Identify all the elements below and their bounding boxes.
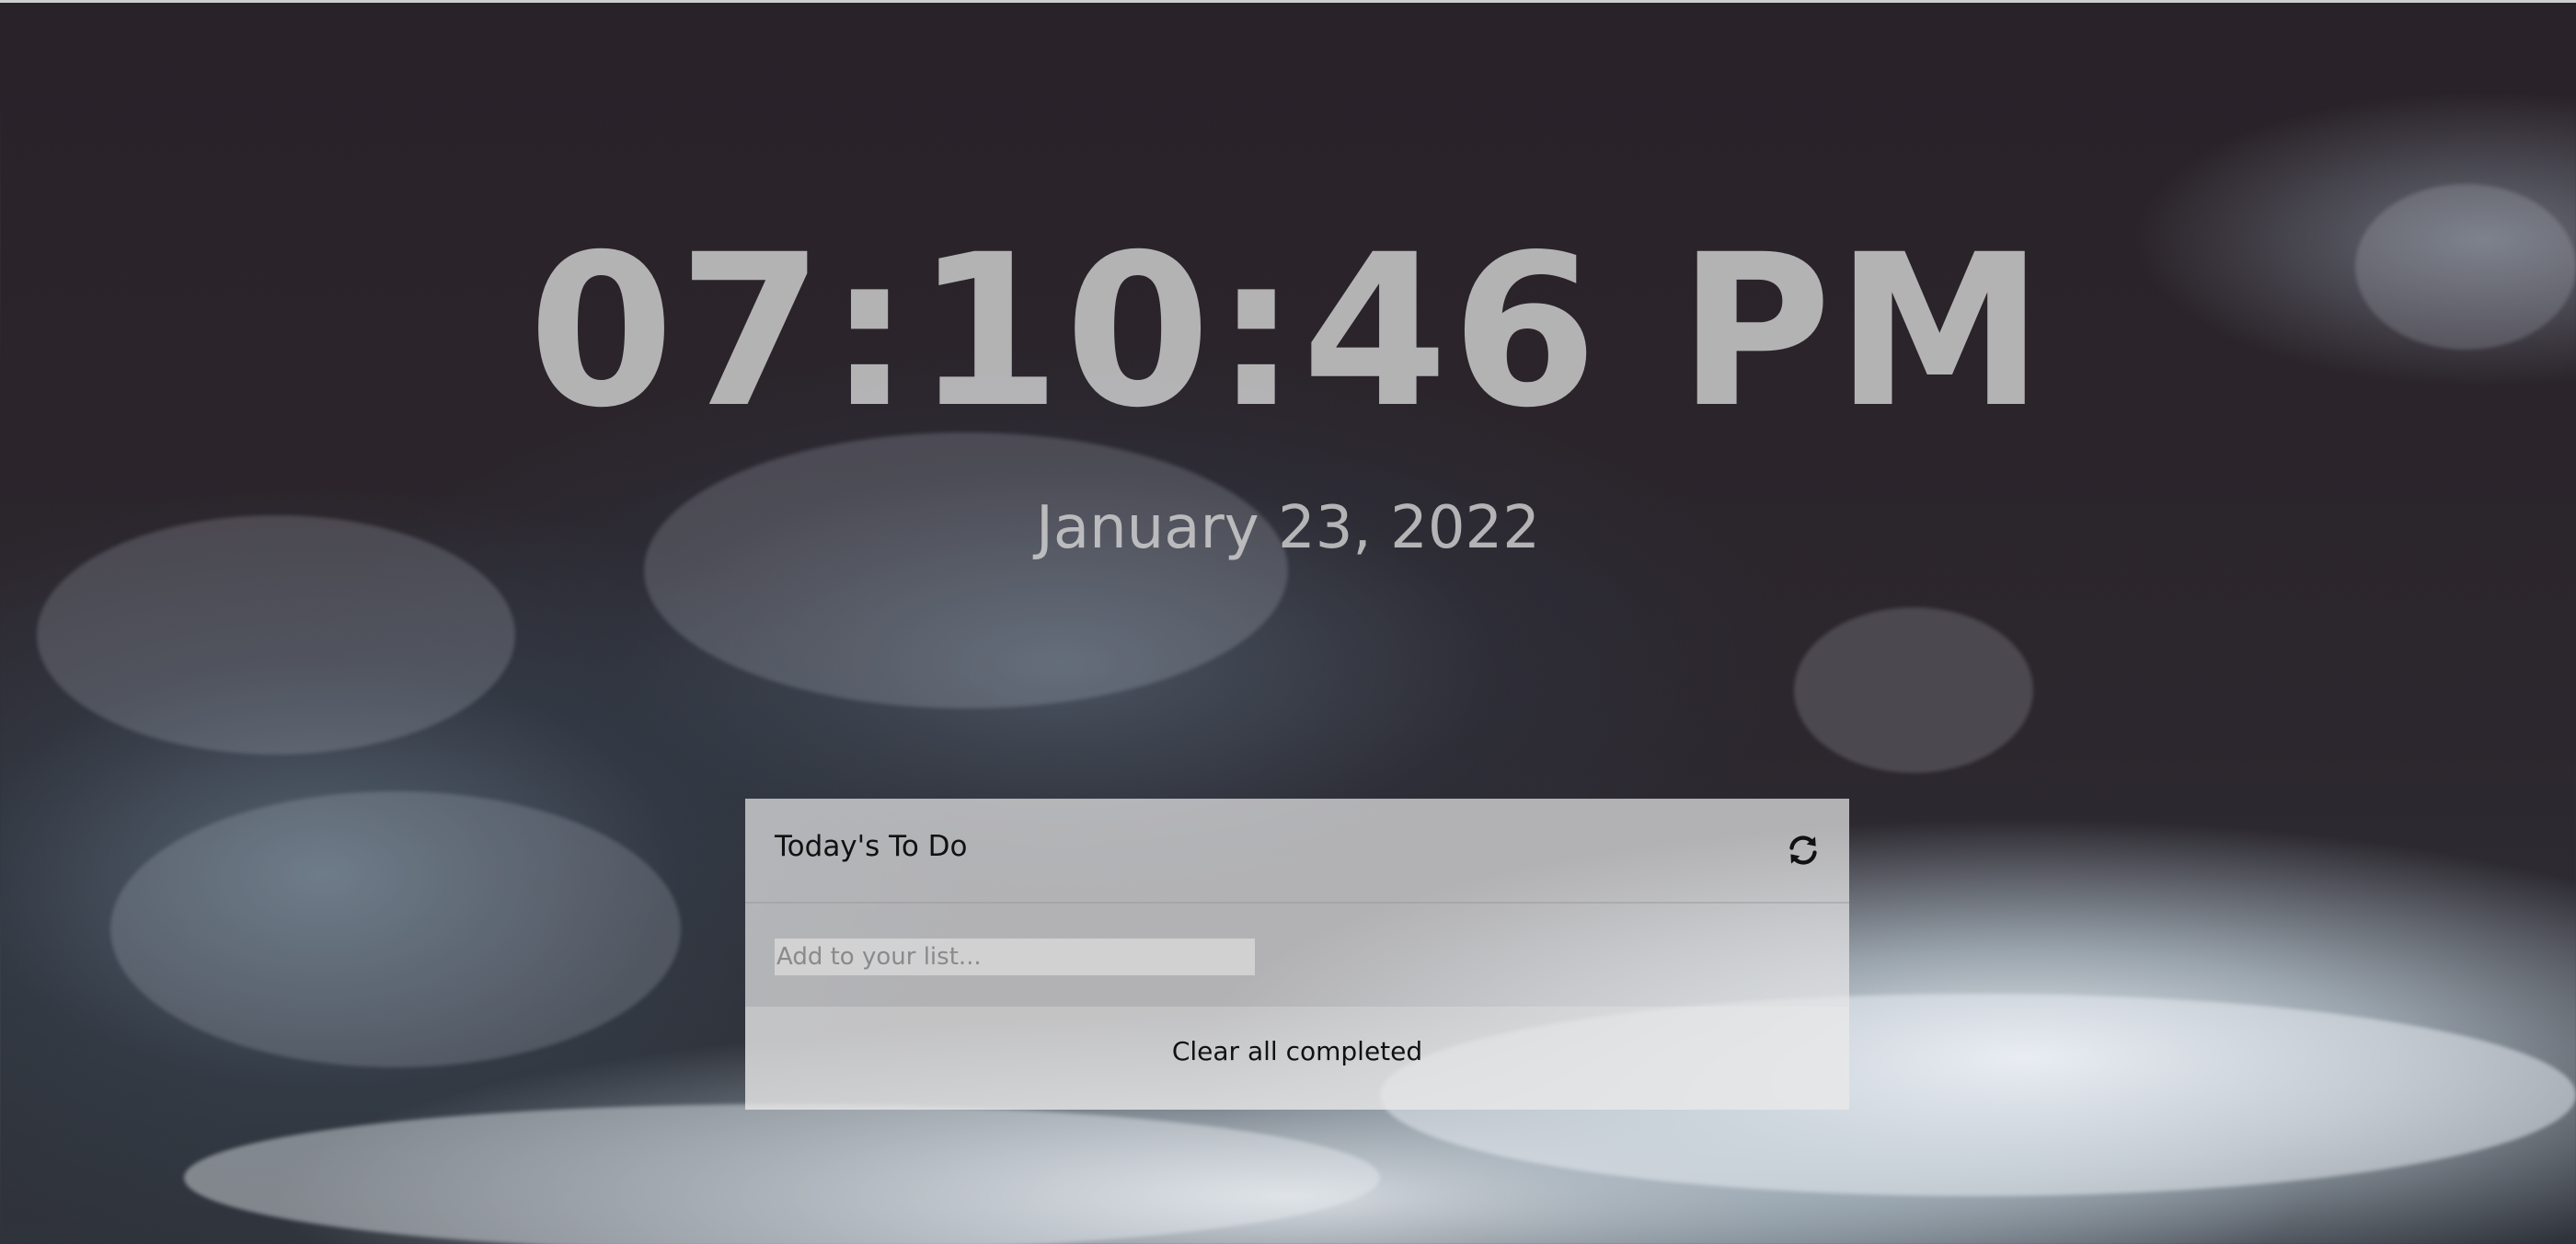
clear-completed-button[interactable]: Clear all completed: [1172, 1036, 1422, 1066]
todo-panel: Today's To Do Clear all completed: [745, 799, 1849, 1110]
add-todo-input[interactable]: [775, 939, 1255, 975]
todo-footer: Clear all completed: [745, 1007, 1849, 1110]
refresh-icon: [1789, 835, 1817, 865]
todo-input-row: [745, 904, 1849, 1007]
current-date: January 23, 2022: [1036, 494, 1540, 562]
wave-foam: [1794, 607, 2033, 773]
wave-foam: [184, 1104, 1380, 1244]
wave-foam: [110, 791, 681, 1067]
wave-foam: [644, 432, 1288, 708]
top-edge-line: [0, 0, 2576, 3]
todo-header: Today's To Do: [745, 799, 1849, 904]
todo-title: Today's To Do: [775, 830, 968, 863]
clock-time: 07:10:46 PM: [528, 209, 2048, 454]
refresh-button[interactable]: [1785, 832, 1822, 869]
